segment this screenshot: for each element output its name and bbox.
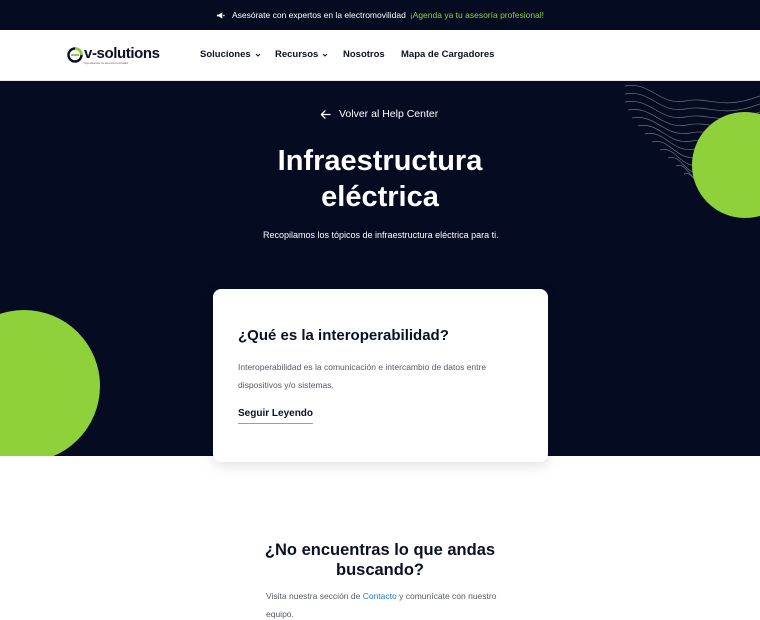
read-more-link[interactable]: Seguir Leyendo <box>238 408 314 424</box>
help-section: ¿No encuentras lo que andas buscando? Vi… <box>0 540 760 619</box>
announcement-bar: Asesórate con expertos en la electromovi… <box>0 0 760 30</box>
back-link-label: Volver al Help Center <box>339 108 439 120</box>
help-title: ¿No encuentras lo que andas buscando? <box>264 541 496 579</box>
nav-nosotros[interactable]: Nosotros <box>343 49 385 60</box>
logo-tagline: impulsando la electromovilidad <box>84 61 129 65</box>
title-line-2: eléctrica <box>321 181 439 213</box>
help-text: Visita nuestra sección de Contacto y com… <box>266 587 506 620</box>
decorative-circle <box>0 310 100 456</box>
announcement-cta-link[interactable]: ¡Agenda ya tu asesoría profesional! <box>410 10 544 20</box>
nav-recursos[interactable]: Recursos <box>275 49 328 60</box>
page-subtitle: Recopilamos los tópicos de infraestructu… <box>263 230 499 240</box>
nav-label: Mapa de Cargadores <box>401 49 495 60</box>
nav-soluciones[interactable]: Soluciones <box>200 49 261 60</box>
logo-text: v-solutions <box>84 45 160 62</box>
brand-logo[interactable]: v-solutions impulsando la electromovilid… <box>67 46 160 66</box>
ev-logo-icon <box>67 47 83 63</box>
article-card: ¿Qué es la interoperabilidad? Interopera… <box>213 289 548 462</box>
nav-label: Recursos <box>275 49 319 60</box>
arrow-left-icon <box>320 109 331 119</box>
chevron-down-icon <box>255 53 261 57</box>
page-title: Infraestructura eléctrica <box>180 143 580 215</box>
megaphone-icon <box>216 11 225 19</box>
nav-mapa-cargadores[interactable]: Mapa de Cargadores <box>401 49 494 60</box>
back-to-help-center-link[interactable]: Volver al Help Center <box>320 108 438 120</box>
title-line-1: Infraestructura <box>277 145 483 177</box>
nav-label: Soluciones <box>200 49 251 60</box>
article-excerpt: Interoperabilidad es la comunicación e i… <box>238 362 487 390</box>
contact-link[interactable]: Contacto <box>363 591 397 601</box>
announcement-text: Asesórate con expertos en la electromovi… <box>231 10 406 20</box>
help-text-before: Visita nuestra sección de <box>266 591 361 601</box>
article-title[interactable]: ¿Qué es la interoperabilidad? <box>238 327 523 344</box>
chevron-down-icon <box>322 53 328 57</box>
nav-label: Nosotros <box>343 49 385 60</box>
main-navbar: v-solutions impulsando la electromovilid… <box>0 30 760 81</box>
